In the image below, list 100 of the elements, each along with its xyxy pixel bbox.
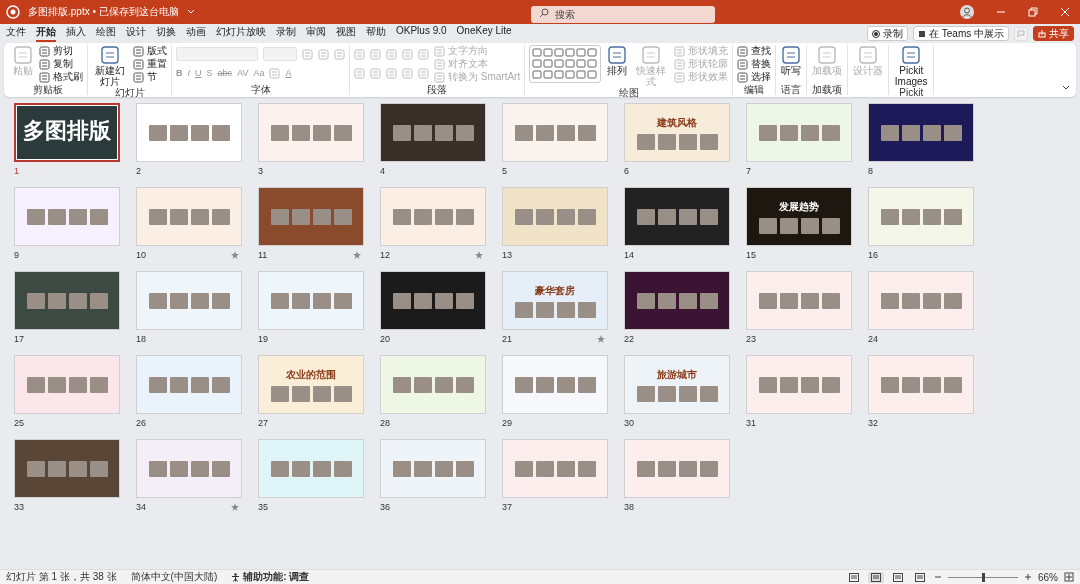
- ribbon-button[interactable]: 听写: [780, 45, 803, 76]
- restore-icon[interactable]: [1028, 7, 1038, 17]
- zoom-level[interactable]: 66%: [1038, 571, 1058, 583]
- slide-thumbnail[interactable]: [746, 271, 852, 330]
- share-icon[interactable]: [1038, 29, 1046, 38]
- search-field[interactable]: 搜索: [531, 5, 715, 23]
- menu-tab[interactable]: 插入: [66, 25, 86, 42]
- avatar-icon[interactable]: [960, 5, 974, 19]
- menu-tab[interactable]: 文件: [6, 25, 26, 42]
- tool-icon[interactable]: [100, 45, 120, 65]
- menu-tab[interactable]: 视图: [336, 25, 356, 42]
- fit-to-window-icon[interactable]: [1064, 572, 1074, 582]
- shape-gallery[interactable]: [529, 45, 602, 83]
- zoom-slider-thumb[interactable]: [982, 572, 985, 582]
- slide-thumbnail[interactable]: [624, 439, 730, 498]
- menu-tab[interactable]: 切换: [156, 25, 176, 42]
- slide-sorter-icon[interactable]: [871, 572, 881, 582]
- slide-thumbnail[interactable]: [14, 355, 120, 414]
- slide-thumbnail[interactable]: [380, 271, 486, 330]
- star-icon[interactable]: [231, 503, 239, 511]
- slide-thumbnail[interactable]: [624, 187, 730, 246]
- star-icon[interactable]: [231, 251, 239, 259]
- tool-icon[interactable]: [737, 58, 749, 70]
- ribbon-button[interactable]: 替换: [737, 58, 772, 70]
- slide-thumbnail[interactable]: [136, 271, 242, 330]
- ribbon-button[interactable]: 版式: [133, 45, 167, 57]
- language-status[interactable]: 简体中文(中国大陆): [130, 570, 218, 584]
- ribbon-button[interactable]: 重置: [133, 58, 167, 70]
- slide-thumbnail[interactable]: [258, 187, 364, 246]
- ribbon-button[interactable]: 查找: [737, 45, 772, 57]
- slide-thumbnail[interactable]: 农业的范围: [258, 355, 364, 414]
- ribbon-button[interactable]: 格式刷: [39, 71, 83, 83]
- slide-thumbnail[interactable]: [136, 439, 242, 498]
- normal-view-icon[interactable]: [849, 572, 859, 582]
- tool-icon[interactable]: [39, 71, 50, 83]
- reading-view-icon[interactable]: [893, 572, 903, 582]
- tool-icon[interactable]: [737, 71, 749, 83]
- slide-thumbnail[interactable]: 豪华套房: [502, 271, 608, 330]
- slide-thumbnail[interactable]: [136, 103, 242, 162]
- ribbon-button[interactable]: 复制: [39, 58, 83, 70]
- close-icon[interactable]: [1060, 7, 1070, 17]
- star-icon[interactable]: [475, 251, 483, 259]
- slide-thumbnail[interactable]: [502, 103, 608, 162]
- slide-thumbnail[interactable]: [380, 439, 486, 498]
- accessibility-status[interactable]: 辅助功能: 调查: [231, 570, 310, 584]
- zoom-in-icon[interactable]: [1024, 573, 1032, 581]
- menu-tab[interactable]: 设计: [126, 25, 146, 42]
- tool-icon[interactable]: [607, 45, 628, 65]
- slide-thumbnail[interactable]: 旅游城市: [624, 355, 730, 414]
- tool-icon[interactable]: [133, 71, 144, 83]
- menu-tab[interactable]: 动画: [186, 25, 206, 42]
- menu-tab[interactable]: 绘图: [96, 25, 116, 42]
- slide-thumbnail[interactable]: [868, 103, 974, 162]
- ribbon-button[interactable]: Pickit Images: [893, 45, 930, 87]
- record-button[interactable]: 录制: [867, 26, 908, 41]
- record-icon[interactable]: [872, 29, 880, 38]
- slide-thumbnail[interactable]: [258, 103, 364, 162]
- zoom-out-icon[interactable]: [934, 573, 942, 581]
- share-button[interactable]: 共享: [1033, 26, 1074, 41]
- chevron-down-icon[interactable]: [186, 9, 195, 15]
- slide-thumbnail[interactable]: [14, 439, 120, 498]
- slide-thumbnail[interactable]: [14, 271, 120, 330]
- tool-icon[interactable]: [39, 45, 50, 57]
- person-icon[interactable]: [231, 572, 241, 582]
- comment-icon[interactable]: [1014, 26, 1028, 41]
- tool-icon[interactable]: [781, 45, 802, 65]
- ribbon-button[interactable]: 节: [133, 71, 167, 83]
- slide-thumbnail[interactable]: [380, 103, 486, 162]
- teams-present-button[interactable]: 在 Teams 中展示: [913, 26, 1009, 41]
- ribbon-button[interactable]: 选择: [737, 71, 772, 83]
- tool-icon[interactable]: [133, 58, 144, 70]
- slide-thumbnail[interactable]: [868, 271, 974, 330]
- ribbon-button[interactable]: 剪切: [39, 45, 83, 57]
- slide-thumbnail[interactable]: [868, 355, 974, 414]
- slide-thumbnail[interactable]: [380, 355, 486, 414]
- slide-thumbnail[interactable]: [746, 103, 852, 162]
- menu-tab[interactable]: 帮助: [366, 25, 386, 42]
- slide-thumbnail[interactable]: 多图排版: [14, 103, 120, 162]
- slide-thumbnail[interactable]: [380, 187, 486, 246]
- menu-tab[interactable]: 幻灯片放映: [216, 25, 266, 42]
- menu-tab[interactable]: OneKey Lite: [456, 25, 512, 42]
- slide-thumbnail[interactable]: [502, 187, 608, 246]
- slide-thumbnail[interactable]: [624, 271, 730, 330]
- slide-thumbnail[interactable]: [502, 355, 608, 414]
- menu-tab[interactable]: OKPlus 9.0: [396, 25, 447, 42]
- search-icon[interactable]: [539, 7, 549, 18]
- slide-thumbnail[interactable]: [14, 187, 120, 246]
- app-logo-icon[interactable]: [6, 5, 20, 19]
- slide-thumbnail[interactable]: [258, 439, 364, 498]
- tool-icon[interactable]: [737, 45, 749, 57]
- slide-thumbnail[interactable]: [868, 187, 974, 246]
- ribbon-button[interactable]: 新建幻灯片: [92, 45, 128, 87]
- ribbon-button[interactable]: 排列: [606, 45, 629, 76]
- tool-icon[interactable]: [133, 45, 144, 57]
- tool-icon[interactable]: [39, 58, 50, 70]
- slide-thumbnail[interactable]: 建筑风格: [624, 103, 730, 162]
- tool-icon[interactable]: [901, 45, 922, 65]
- document-title[interactable]: 多图排版.pptx • 已保存到这台电脑: [28, 5, 179, 19]
- star-icon[interactable]: [597, 335, 605, 343]
- slide-thumbnail[interactable]: 发展趋势: [746, 187, 852, 246]
